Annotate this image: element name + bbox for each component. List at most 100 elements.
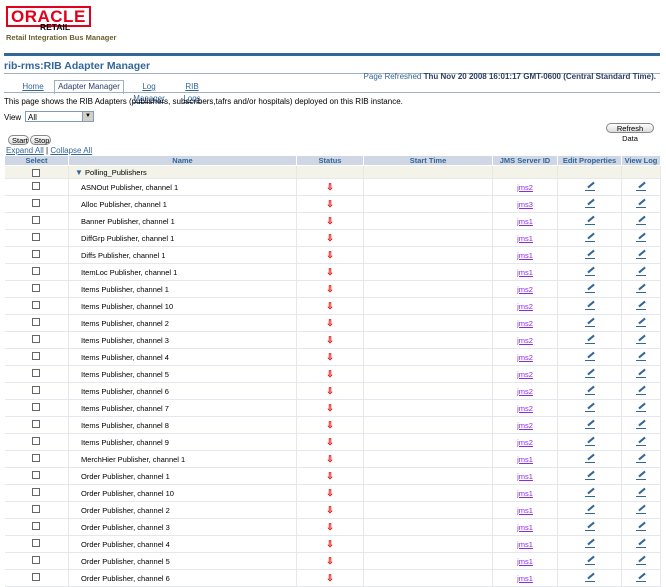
view-select[interactable]: All ▼ [25,111,94,122]
row-checkbox[interactable] [32,352,41,361]
row-checkbox[interactable] [32,369,41,378]
row-checkbox[interactable] [32,284,41,293]
row-checkbox[interactable] [32,488,41,497]
edit-properties-icon[interactable] [584,470,595,480]
jms-server-link[interactable]: jms1 [492,552,558,570]
row-checkbox[interactable] [32,199,41,208]
expand-all-link[interactable]: Expand All [6,146,44,155]
row-checkbox[interactable] [32,505,41,514]
edit-properties-icon[interactable] [584,368,595,378]
column-header-status[interactable]: Status [296,155,364,166]
view-log-icon[interactable] [636,283,646,293]
edit-properties-icon[interactable] [584,453,595,463]
row-checkbox[interactable] [32,539,41,548]
start-button[interactable]: Start [8,135,29,145]
view-log-icon[interactable] [636,436,646,446]
row-checkbox[interactable] [32,437,41,446]
view-log-icon[interactable] [636,198,646,208]
jms-server-link[interactable]: jms2 [492,399,558,417]
view-log-icon[interactable] [636,232,646,242]
view-log-icon[interactable] [636,419,646,429]
edit-properties-icon[interactable] [584,351,595,361]
jms-server-link[interactable]: jms1 [492,246,558,264]
jms-server-link[interactable]: jms1 [492,263,558,281]
jms-server-link[interactable]: jms2 [492,433,558,451]
edit-properties-icon[interactable] [584,283,595,293]
view-log-icon[interactable] [636,555,646,565]
edit-properties-icon[interactable] [584,334,595,344]
edit-properties-icon[interactable] [584,504,595,514]
row-checkbox[interactable] [32,454,41,463]
edit-properties-icon[interactable] [584,436,595,446]
row-checkbox[interactable] [32,386,41,395]
view-log-icon[interactable] [636,300,646,310]
jms-server-link[interactable]: jms1 [492,229,558,247]
row-checkbox[interactable] [32,403,41,412]
jms-server-link[interactable]: jms2 [492,280,558,298]
row-checkbox[interactable] [32,522,41,531]
column-header-start-time[interactable]: Start Time [363,155,493,166]
row-checkbox[interactable] [32,420,41,429]
view-log-icon[interactable] [636,334,646,344]
jms-server-link[interactable]: jms2 [492,331,558,349]
jms-server-link[interactable]: jms1 [492,569,558,587]
column-header-jms[interactable]: JMS Server ID [492,155,558,166]
row-checkbox[interactable] [32,318,41,327]
edit-properties-icon[interactable] [584,215,595,225]
view-log-icon[interactable] [636,453,646,463]
jms-server-link[interactable]: jms1 [492,467,558,485]
jms-server-link[interactable]: jms2 [492,348,558,366]
jms-server-link[interactable]: jms1 [492,484,558,502]
column-header-select[interactable]: Select [4,155,69,166]
edit-properties-icon[interactable] [584,419,595,429]
jms-server-link[interactable]: jms3 [492,195,558,213]
edit-properties-icon[interactable] [584,198,595,208]
view-log-icon[interactable] [636,572,646,582]
view-log-icon[interactable] [636,351,646,361]
group-checkbox[interactable] [32,169,41,178]
edit-properties-icon[interactable] [584,181,595,191]
edit-properties-icon[interactable] [584,317,595,327]
edit-properties-icon[interactable] [584,300,595,310]
jms-server-link[interactable]: jms2 [492,297,558,315]
jms-server-link[interactable]: jms1 [492,501,558,519]
edit-properties-icon[interactable] [584,249,595,259]
jms-server-link[interactable]: jms2 [492,416,558,434]
view-log-icon[interactable] [636,385,646,395]
view-log-icon[interactable] [636,249,646,259]
jms-server-link[interactable]: jms2 [492,365,558,383]
view-log-icon[interactable] [636,181,646,191]
column-header-log[interactable]: View Log [621,155,661,166]
jms-server-link[interactable]: jms1 [492,450,558,468]
row-checkbox[interactable] [32,573,41,582]
row-checkbox[interactable] [32,233,41,242]
expand-triangle-icon[interactable]: ▼ [75,168,83,177]
view-log-icon[interactable] [636,538,646,548]
edit-properties-icon[interactable] [584,232,595,242]
view-log-icon[interactable] [636,266,646,276]
row-checkbox[interactable] [32,267,41,276]
edit-properties-icon[interactable] [584,521,595,531]
view-log-icon[interactable] [636,368,646,378]
view-log-icon[interactable] [636,317,646,327]
collapse-all-link[interactable]: Collapse All [50,146,92,155]
jms-server-link[interactable]: jms2 [492,178,558,196]
edit-properties-icon[interactable] [584,538,595,548]
refresh-data-button[interactable]: Refresh Data [606,123,654,143]
edit-properties-icon[interactable] [584,385,595,395]
row-checkbox[interactable] [32,335,41,344]
edit-properties-icon[interactable] [584,402,595,412]
view-log-icon[interactable] [636,215,646,225]
jms-server-link[interactable]: jms2 [492,382,558,400]
edit-properties-icon[interactable] [584,572,595,582]
column-header-edit[interactable]: Edit Properties [557,155,622,166]
view-log-icon[interactable] [636,487,646,497]
jms-server-link[interactable]: jms2 [492,314,558,332]
stop-button[interactable]: Stop [30,135,51,145]
view-log-icon[interactable] [636,504,646,514]
jms-server-link[interactable]: jms1 [492,212,558,230]
row-checkbox[interactable] [32,182,41,191]
row-checkbox[interactable] [32,471,41,480]
edit-properties-icon[interactable] [584,555,595,565]
view-log-icon[interactable] [636,521,646,531]
